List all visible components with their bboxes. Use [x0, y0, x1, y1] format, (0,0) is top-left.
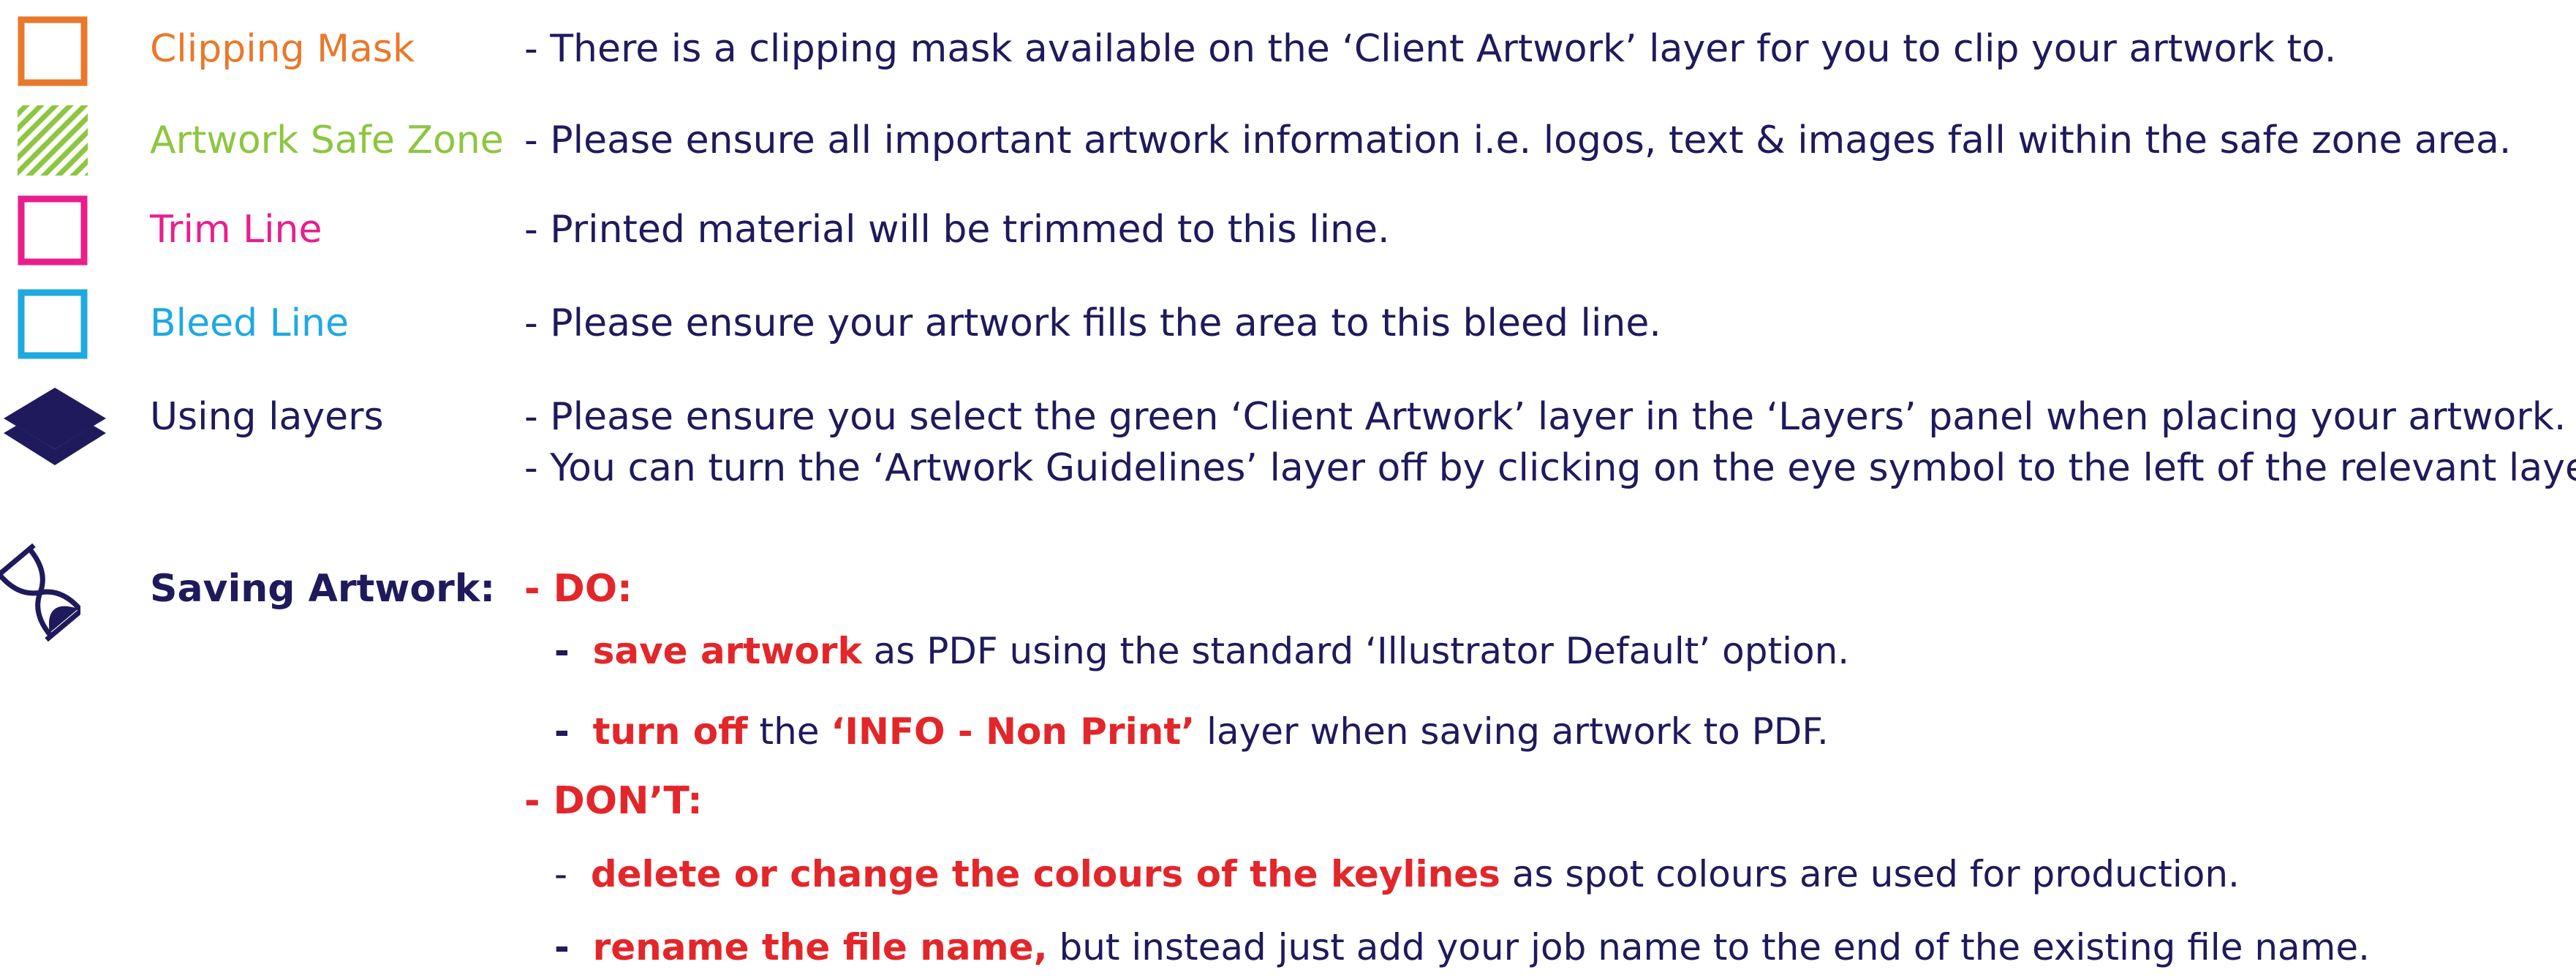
dont-item-dash: -	[554, 853, 568, 895]
bleed-line-label: Bleed Line	[150, 301, 350, 345]
dont-item-emphasis: delete or change the colours of the keyl…	[590, 853, 1500, 895]
using-layers-description-1: - Please ensure you select the green ‘Cl…	[524, 395, 2566, 439]
green-hatched-square-icon	[18, 105, 88, 176]
do-heading: - DO:	[524, 567, 632, 611]
using-layers-description-2: - You can turn the ‘Artwork Guidelines’ …	[524, 446, 2576, 490]
do-item-emphasis: save artwork	[592, 630, 862, 672]
hourglass-icon	[0, 543, 80, 642]
saving-artwork-label: Saving Artwork:	[150, 567, 496, 611]
dont-item-text: but instead just add your job name to th…	[1047, 926, 2371, 968]
dont-item-emphasis: rename the file name,	[592, 926, 1048, 968]
trim-line-label: Trim Line	[150, 208, 322, 252]
do-item-emphasis-layer: ‘INFO - Non Print’	[831, 710, 1196, 753]
artwork-safe-zone-label: Artwork Safe Zone	[150, 119, 504, 162]
dont-heading: - DON’T:	[524, 779, 703, 823]
bleed-line-description: - Please ensure your artwork fills the a…	[524, 301, 1661, 345]
clipping-mask-label: Clipping Mask	[150, 27, 415, 71]
layers-icon	[4, 388, 106, 465]
magenta-square-icon	[18, 195, 88, 266]
do-item-turn-off: - turn off the ‘INFO - Non Print’ layer …	[554, 708, 1829, 755]
dont-item-keylines: - delete or change the colours of the ke…	[554, 851, 2240, 898]
do-item-text: the	[747, 710, 831, 753]
dont-item-dash: -	[554, 926, 570, 968]
do-item-dash: -	[554, 710, 570, 753]
artwork-safe-zone-description: - Please ensure all important artwork in…	[524, 119, 2512, 162]
do-item-text-2: layer when saving artwork to PDF.	[1195, 710, 1829, 753]
clipping-mask-description: - There is a clipping mask available on …	[524, 27, 2337, 71]
dont-item-rename: - rename the file name, but instead just…	[554, 924, 2370, 971]
trim-line-description: - Printed material will be trimmed to th…	[524, 208, 1390, 252]
do-item-dash: -	[554, 630, 570, 672]
do-item-save-artwork: - save artwork as PDF using the standard…	[554, 628, 1849, 674]
do-item-emphasis: turn off	[592, 710, 748, 753]
dont-item-text: as spot colours are used for production.	[1500, 853, 2240, 895]
orange-square-icon	[18, 16, 88, 86]
cyan-square-icon	[18, 289, 88, 359]
do-item-text: as PDF using the standard ‘Illustrator D…	[861, 630, 1850, 672]
using-layers-label: Using layers	[150, 395, 384, 439]
